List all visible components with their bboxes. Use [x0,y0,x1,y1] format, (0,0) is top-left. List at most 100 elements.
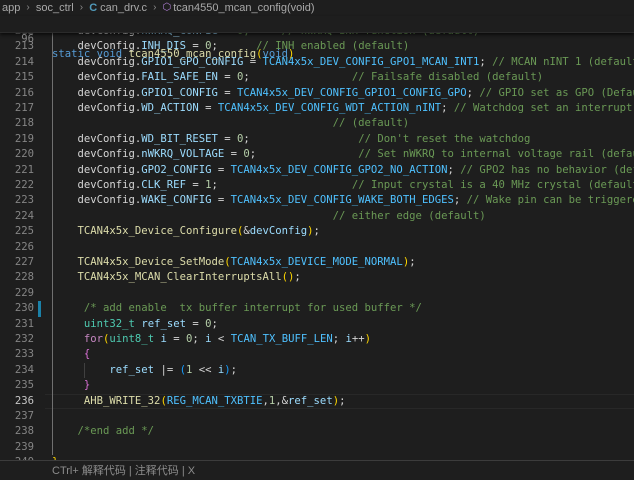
code-token: ; [230,363,238,376]
code-line[interactable]: 216 devConfig.GPIO1_CONFIG = TCAN4x5x_DE… [0,86,634,101]
code-token: devConfig. [52,194,142,207]
breadcrumb-item-function[interactable]: tcan4550_mcan_config(void) [173,2,314,14]
code-token: TCAN4x5x_Device_SetMode [77,256,225,268]
code-token: } [83,379,91,392]
code-token: // either edge (default) [332,209,486,222]
code-token: void [262,48,289,61]
line-code: { [52,347,90,362]
code-token: ; [453,194,467,207]
indent-guide [83,362,85,379]
line-number: 231 [14,317,34,330]
line-code: devConfig.FAIL_SAFE_EN = 0; // Failsafe … [52,70,544,85]
code-token: ; [479,55,493,68]
code-editor[interactable]: 212 devConfig.nWKRQ_CONFIG = 0; // nWKRQ… [0,24,634,460]
code-token: ; [332,333,346,345]
code-line[interactable]: 215 devConfig.FAIL_SAFE_EN = 0; // Fails… [0,70,634,85]
breadcrumb-item-app[interactable]: app [2,2,20,14]
code-token: WD_BIT_RESET [141,132,218,145]
code-token: = [217,71,237,84]
code-token: ; [441,102,454,114]
code-token: FAIL_SAFE_EN [141,71,218,84]
code-line[interactable]: 233 { [0,347,634,362]
line-code: devConfig.GPIO1_CONFIG = TCAN4x5x_DEV_CO… [52,86,634,101]
code-token: uint8_t [109,333,155,345]
code-token: ref_set [109,363,155,376]
code-line[interactable]: 232 for(uint8_t i = 0; i < TCAN_TX_BUFF_… [0,332,634,347]
code-line[interactable]: 230 /* add enable tx buffer interrupt fo… [0,301,634,316]
code-token: ) [364,333,372,345]
code-line[interactable]: 218 // (default) [0,116,634,131]
code-line[interactable]: 226 [0,240,634,255]
code-line[interactable]: 235 } [0,378,634,393]
code-token: for [83,333,104,345]
code-token: // GPIO set as GPO (Default) [479,86,634,99]
line-code: devConfig.WD_ACTION = TCAN4x5x_DEV_CONFI… [52,101,634,116]
code-token: ; [339,394,346,407]
line-code: TCAN4x5x_Device_Configure(&devConfig); [52,224,320,239]
code-token: ,& [275,394,289,407]
code-token: = [211,194,231,207]
code-token: // Input crystal is a 40 MHz crystal (de… [351,179,634,191]
code-token: devConfig. [52,148,142,161]
line-code: for(uint8_t i = 0; i < TCAN_TX_BUFF_LEN;… [52,332,371,347]
sticky-code: static void tcan4550_mcan_config(void) [52,47,294,62]
line-number: 238 [14,425,34,438]
code-token: < [211,333,231,345]
code-token: = [217,86,237,99]
code-token: TCAN4x5x_Device_Configure [77,225,237,238]
code-line[interactable]: 217 devConfig.WD_ACTION = TCAN4x5x_DEV_C… [0,101,634,116]
line-number: 224 [14,209,34,222]
code-line[interactable]: 222 devConfig.CLK_REF = 1; // Input crys… [0,178,634,193]
code-line[interactable]: 237 [0,409,634,424]
code-line[interactable]: 220 devConfig.nWKRQ_VOLTAGE = 0; // Set … [0,147,634,162]
code-line[interactable]: 224 // either edge (default) [0,209,634,224]
sticky-scroll-header[interactable]: 96 static void tcan4550_mcan_config(void… [0,16,634,60]
code-token: ref_set [288,394,333,407]
function-cube-icon: ⬡ [162,2,172,14]
code-token: TCAN4x5x_DEV_CONFIG_GPO2_NO_ACTION [230,163,448,176]
sticky-line[interactable]: 96 static void tcan4550_mcan_config(void… [0,16,634,60]
code-token: devConfig. [52,179,142,191]
code-token: TCAN4x5x_DEVICE_MODE_NORMAL [230,256,403,268]
code-line[interactable]: 223 devConfig.WAKE_CONFIG = TCAN4x5x_DEV… [0,193,634,208]
code-line[interactable]: 228 TCAN4x5x_MCAN_ClearInterruptsAll(); [0,270,634,285]
code-token: = [217,132,237,145]
code-line[interactable]: 234 ref_set |= (1 << i); [0,363,634,378]
code-token: ; [294,271,301,284]
line-code: } [52,378,90,393]
code-token: WAKE_CONFIG [141,194,212,207]
breadcrumb-item-folder[interactable]: soc_ctrl [36,2,74,14]
code-token: ; [211,179,352,191]
line-number: 96 [21,32,34,45]
code-line[interactable]: 227 TCAN4x5x_Device_SetMode(TCAN4x5x_DEV… [0,255,634,270]
line-code: devConfig.CLK_REF = 1; // Input crystal … [52,178,634,193]
bottom-panel[interactable]: CTrl+ 解释代码 | 注释代码 | X [0,460,634,480]
chevron-right-icon: › [79,2,84,14]
code-line[interactable]: 231 uint32_t ref_set = 0; [0,317,634,332]
code-token: devConfig [249,225,308,238]
code-line[interactable]: 238 /*end add */ [0,424,634,439]
line-code: TCAN4x5x_MCAN_ClearInterruptsAll(); [52,270,301,285]
code-line[interactable]: 236 AHB_WRITE_32(REG_MCAN_TXBTIE,1,&ref_… [0,393,634,409]
code-token: // Set nWKRQ to internal voltage rail (d… [358,148,634,161]
code-line[interactable]: 221 devConfig.GPO2_CONFIG = TCAN4x5x_DEV… [0,163,634,178]
breadcrumb-item-file[interactable]: can_drv.c [100,2,147,14]
line-code: devConfig.GPO2_CONFIG = TCAN4x5x_DEV_CON… [52,163,634,178]
code-token: // Don't reset the watchdog [358,132,531,145]
line-number: 229 [14,286,34,299]
line-number: 226 [14,240,34,253]
code-token: << [192,363,218,376]
code-line[interactable]: 229 [0,286,634,301]
code-token: devConfig. [52,102,142,114]
c-file-icon: C [89,2,98,15]
code-token: devConfig. [52,86,142,99]
code-line[interactable]: 225 TCAN4x5x_Device_Configure(&devConfig… [0,224,634,239]
code-line[interactable]: 219 devConfig.WD_BIT_RESET = 0; // Don't… [0,132,634,147]
code-line[interactable]: 239 [0,440,634,455]
code-token: devConfig. [52,163,142,176]
